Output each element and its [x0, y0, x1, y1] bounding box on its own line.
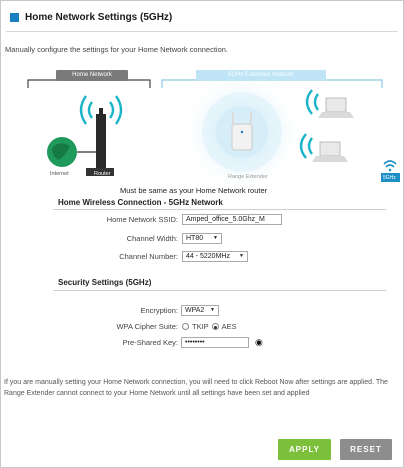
ssid-note: Must be same as your Home Network router [120, 186, 268, 195]
network-diagram: Home Network 5GHz Extended Network Inter… [0, 60, 404, 190]
security-heading: Security Settings (5GHz) [58, 278, 152, 287]
title-marker-icon [10, 13, 19, 22]
wireless-heading: Home Wireless Connection - 5GHz Network [58, 198, 223, 207]
title-divider [6, 31, 398, 32]
encryption-value: WPA2 [185, 307, 205, 314]
laptop-icon-bottom [312, 141, 348, 162]
channel-width-label: Channel Width: [126, 234, 178, 243]
laptop-bottom-signal-icon [299, 133, 313, 159]
ssid-row: Home Network SSID: Amped_office_5.0Ghz_M [60, 214, 282, 225]
extended-network-label: 5GHz Extended Network [196, 70, 326, 81]
channel-width-select[interactable]: HT80 ▼ [182, 233, 222, 244]
page-header: Home Network Settings (5GHz) [10, 12, 172, 23]
reset-button[interactable]: RESET [340, 439, 392, 460]
internet-globe-icon [47, 137, 77, 167]
cipher-row: WPA Cipher Suite: TKIP AES [60, 322, 237, 331]
range-extender-caption: Range Extender [228, 174, 268, 180]
intro-text: Manually configure the settings for your… [5, 45, 229, 54]
laptop-icon-top [318, 97, 354, 118]
chevron-down-icon: ▼ [210, 307, 215, 313]
tkip-radio[interactable] [182, 323, 189, 330]
router-caption: Router [94, 171, 111, 177]
encryption-label: Encryption: [140, 306, 178, 315]
channel-width-row: Channel Width: HT80 ▼ [60, 233, 222, 244]
chevron-down-icon: ▼ [239, 253, 244, 259]
aes-radio[interactable] [211, 323, 219, 330]
chevron-down-icon: ▼ [213, 235, 218, 241]
internet-caption: Internet [50, 171, 69, 177]
home-network-label: Home Network [56, 70, 128, 81]
wireless-divider [53, 209, 386, 210]
cipher-label: WPA Cipher Suite: [116, 322, 178, 331]
channel-number-row: Channel Number: 44 - 5220MHz ▼ [60, 251, 248, 262]
laptop-top-signal-icon [305, 89, 319, 115]
show-password-eye-icon[interactable]: ◉ [255, 337, 263, 348]
channel-width-value: HT80 [186, 235, 204, 242]
badge-caption: 5GHz [383, 175, 396, 181]
channel-number-select[interactable]: 44 - 5220MHz ▼ [182, 251, 248, 262]
channel-number-value: 44 - 5220MHz [186, 253, 230, 260]
psk-label: Pre-Shared Key: [122, 338, 178, 347]
channel-number-label: Channel Number: [119, 252, 178, 261]
ssid-input[interactable]: Amped_office_5.0Ghz_M [182, 214, 282, 225]
psk-input[interactable]: •••••••• [181, 337, 249, 348]
page-title: Home Network Settings (5GHz) [25, 12, 173, 23]
apply-button[interactable]: APPLY [278, 439, 331, 460]
reboot-note: If you are manually setting your Home Ne… [4, 379, 388, 397]
encryption-row: Encryption: WPA2 ▼ [60, 305, 219, 316]
security-divider [53, 290, 386, 291]
ssid-label: Home Network SSID: [106, 215, 178, 224]
router-icon [86, 108, 114, 176]
encryption-select[interactable]: WPA2 ▼ [181, 305, 219, 316]
aes-label: AES [221, 322, 237, 331]
tkip-label: TKIP [192, 322, 209, 331]
psk-row: Pre-Shared Key: •••••••• ◉ [60, 337, 263, 348]
